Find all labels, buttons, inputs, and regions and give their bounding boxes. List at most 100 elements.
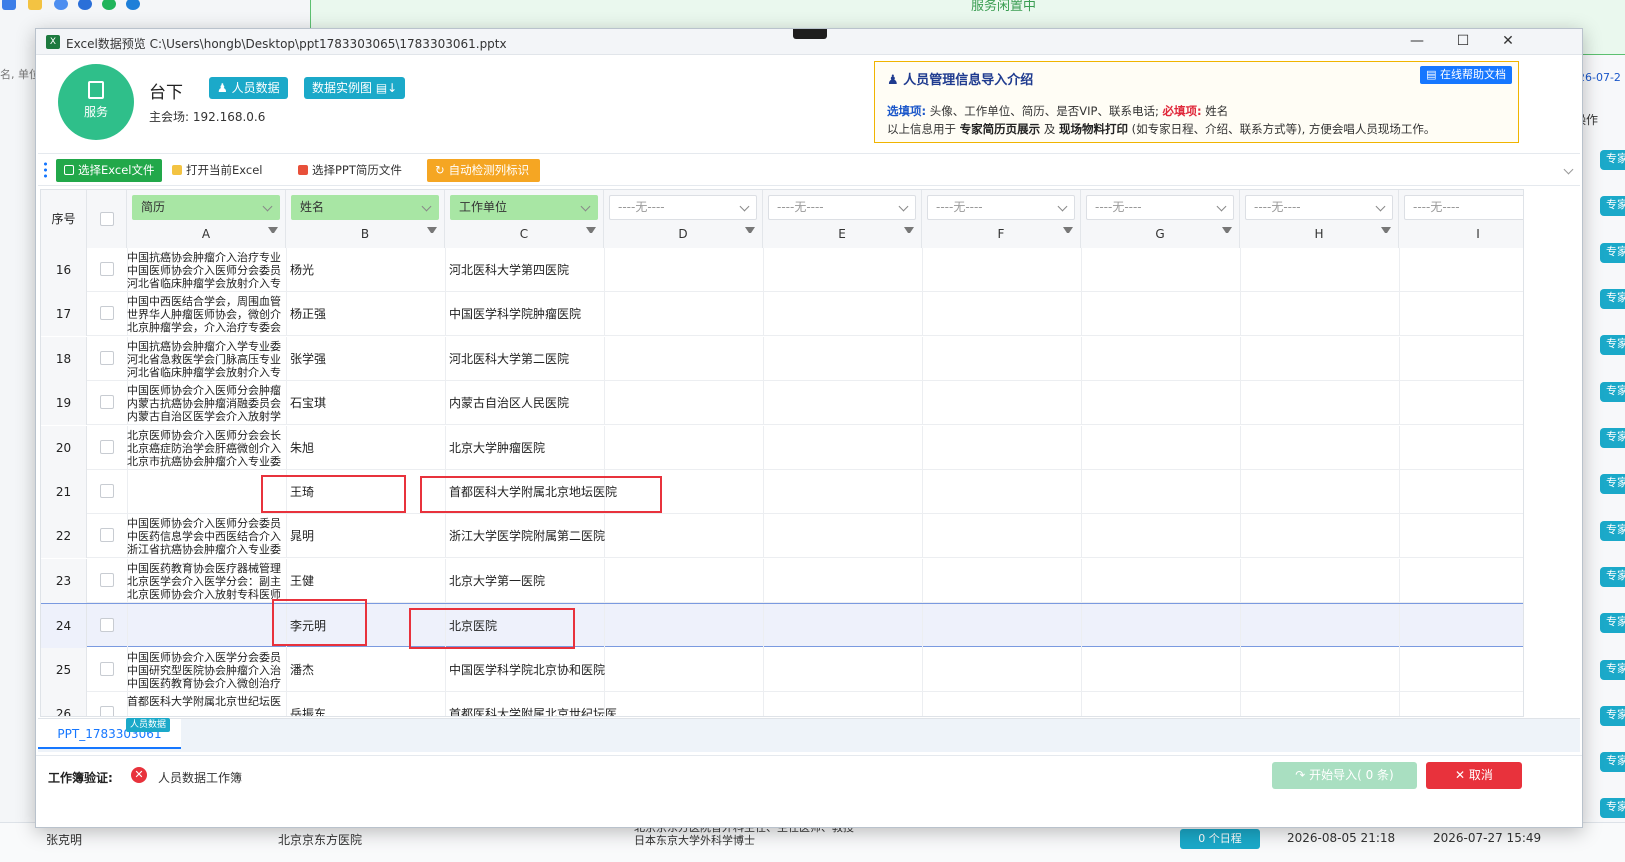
cell-work-unit[interactable]: 中国医学科学院北京协和医院 — [445, 648, 645, 692]
drag-dots-icon[interactable] — [44, 161, 47, 179]
schedule-badge[interactable]: 0 个日程 — [1180, 829, 1260, 849]
table-row[interactable]: 16 中国抗癌协会肿瘤介入治疗专业 中国医师协会介入医师分会委员 河北省临床肿瘤学会放… — [41, 248, 1523, 292]
cell-name[interactable]: 王健 — [286, 559, 445, 603]
side-expert-button[interactable]: 专家 — [1600, 428, 1625, 448]
column-field-select[interactable]: ----无---- — [1404, 195, 1523, 220]
cell-name[interactable]: 张学强 — [286, 337, 445, 381]
row-checkbox[interactable] — [100, 618, 114, 633]
table-row[interactable]: 26 首都医科大学附属北京世纪坛医 岳振东 首都医科大学附属北京世纪坛医 — [41, 692, 1523, 716]
cell-work-unit[interactable]: 浙江大学医学院附属第二医院 — [445, 514, 645, 558]
column-field-select[interactable]: 工作单位 — [450, 195, 598, 220]
column-field-select[interactable]: 姓名 — [291, 195, 439, 220]
filter-icon[interactable] — [745, 227, 755, 237]
cell-work-unit[interactable]: 河北医科大学第四医院 — [445, 248, 645, 292]
side-expert-button[interactable]: 专家 — [1600, 613, 1625, 633]
chevron-down-icon[interactable] — [1563, 164, 1574, 175]
column-field-select[interactable]: ----无---- — [927, 195, 1075, 220]
row-checkbox[interactable] — [100, 528, 114, 543]
cell-name[interactable]: 潘杰 — [286, 648, 445, 692]
cell-name[interactable]: 朱旭 — [286, 426, 445, 470]
filter-icon[interactable] — [1063, 227, 1073, 237]
cell-resume[interactable]: 中国医师协会介入医师分会肿瘤 内蒙古抗癌协会肿瘤消融委员会 内蒙古自治区医学会介入放… — [127, 381, 286, 425]
cell-resume[interactable]: 中国抗癌协会肿瘤介入学专业委 河北省急救医学会门脉高压专业 河北省临床肿瘤学会放射介… — [127, 337, 286, 381]
cell-resume[interactable]: 中国医师协会介入医学分会委员 中国研究型医院协会肿瘤介入治 中国医药教育协会介入微创… — [127, 648, 286, 692]
side-expert-button[interactable]: 专家 — [1600, 706, 1625, 726]
row-seq: 24 — [41, 604, 87, 649]
start-import-button[interactable]: ↷ 开始导入( 0 条) — [1272, 762, 1417, 789]
cell-resume[interactable]: 中国医师协会介入医师分会委员 中医药信息学会中西医结合介入 浙江省抗癌协会肿瘤介入专… — [127, 514, 286, 558]
side-expert-button[interactable]: 专家 — [1600, 474, 1625, 494]
select-all-checkbox[interactable] — [100, 212, 114, 226]
column-field-select[interactable]: ----无---- — [609, 195, 757, 220]
example-image-button[interactable]: 数据实例图 ▤↓ — [304, 77, 406, 99]
side-expert-button[interactable]: 专家 — [1600, 521, 1625, 541]
column-field-select[interactable]: 简历 — [132, 195, 280, 220]
table-row[interactable]: 22 中国医师协会介入医师分会委员 中医药信息学会中西医结合介入 浙江省抗癌协会肿瘤介… — [41, 514, 1523, 559]
side-expert-button[interactable]: 专家 — [1600, 752, 1625, 772]
choose-ppt-button[interactable]: 选择PPT简历文件 — [290, 159, 410, 182]
filter-icon[interactable] — [1222, 227, 1232, 237]
cell-work-unit[interactable]: 首都医科大学附属北京世纪坛医 — [445, 692, 645, 716]
drag-handle[interactable] — [793, 29, 827, 39]
table-row[interactable]: 20 北京医师协会介入医师分会会长 北京癌症防治学会肝癌微创介入 北京市抗癌协会肿瘤介… — [41, 425, 1523, 470]
cell-work-unit[interactable]: 北京大学第一医院 — [445, 559, 645, 603]
cell-work-unit[interactable]: 内蒙古自治区人民医院 — [445, 381, 645, 425]
cell-work-unit[interactable]: 中国医学科学院肿瘤医院 — [445, 292, 645, 336]
column-field-select[interactable]: ----无---- — [768, 195, 916, 220]
cell-work-unit[interactable]: 北京大学肿瘤医院 — [445, 426, 645, 470]
title-bar[interactable]: X Excel数据预览 C:\Users\hongb\Desktop\ppt17… — [36, 29, 1582, 55]
table-row[interactable]: 19 中国医师协会介入医师分会肿瘤 内蒙古抗癌协会肿瘤消融委员会 内蒙古自治区医学会介… — [41, 381, 1523, 426]
cell-resume[interactable]: 中国医药教育协会医疗器械管理 北京医学会介入医学分会：副主 北京医师协会介入放射专科… — [127, 559, 286, 603]
cancel-button[interactable]: ✕ 取消 — [1426, 762, 1522, 789]
column-field-select[interactable]: ----无---- — [1086, 195, 1234, 220]
filter-icon[interactable] — [1381, 227, 1391, 237]
people-data-button[interactable]: ♟ 人员数据 — [209, 77, 288, 99]
filter-icon[interactable] — [427, 227, 437, 237]
row-checkbox[interactable] — [100, 439, 114, 454]
filter-icon[interactable] — [586, 227, 596, 237]
cell-resume[interactable]: 北京医师协会介入医师分会会长 北京癌症防治学会肝癌微创介入 北京市抗癌协会肿瘤介入专… — [127, 426, 286, 470]
auto-detect-button[interactable]: ↻ 自动检测列标识 — [427, 159, 540, 182]
side-expert-button[interactable]: 专家 — [1600, 382, 1625, 402]
column-field-select[interactable]: ----无---- — [1245, 195, 1393, 220]
help-doc-button[interactable]: ▤ 在线帮助文档 — [1420, 66, 1512, 84]
cell-name[interactable]: 杨正强 — [286, 292, 445, 336]
row-checkbox[interactable] — [100, 306, 114, 321]
cell-resume[interactable] — [127, 604, 286, 648]
filter-icon[interactable] — [268, 227, 278, 237]
cell-resume[interactable]: 中国抗癌协会肿瘤介入治疗专业 中国医师协会介入医师分会委员 河北省临床肿瘤学会放射介… — [127, 248, 286, 292]
choose-excel-button[interactable]: 选择Excel文件 — [56, 159, 163, 182]
row-checkbox[interactable] — [100, 262, 114, 276]
side-expert-button[interactable]: 专家 — [1600, 660, 1625, 680]
row-checkbox[interactable] — [100, 350, 114, 365]
row-checkbox[interactable] — [100, 706, 114, 716]
side-expert-button[interactable]: 专家 — [1600, 243, 1625, 263]
cell-resume[interactable]: 中国中西医结合学会，周围血管 世界华人肿瘤医师协会，微创介 北京肿瘤学会，介入治疗专… — [127, 292, 286, 336]
row-checkbox[interactable] — [100, 484, 114, 498]
side-expert-button[interactable]: 专家 — [1600, 567, 1625, 587]
minimize-button[interactable]: — — [1395, 29, 1439, 55]
table-row[interactable]: 25 中国医师协会介入医学分会委员 中国研究型医院协会肿瘤介入治 中国医药教育协会介入… — [41, 647, 1523, 692]
table-row[interactable]: 23 中国医药教育协会医疗器械管理 北京医学会介入医学分会：副主 北京医师协会介入放射… — [41, 558, 1523, 603]
side-expert-button[interactable]: 专家 — [1600, 798, 1625, 818]
side-expert-button[interactable]: 专家 — [1600, 150, 1625, 170]
table-row[interactable]: 17 中国中西医结合学会，周围血管 世界华人肿瘤医师协会，微创介 北京肿瘤学会，介入治… — [41, 292, 1523, 337]
cell-name[interactable]: 岳振东 — [286, 692, 445, 716]
close-button[interactable]: ✕ — [1486, 29, 1530, 55]
row-checkbox[interactable] — [100, 661, 114, 676]
side-expert-button[interactable]: 专家 — [1600, 196, 1625, 216]
maximize-button[interactable]: ☐ — [1441, 29, 1485, 55]
filter-icon[interactable] — [904, 227, 914, 237]
open-excel-button[interactable]: 打开当前Excel — [164, 159, 270, 182]
cell-name[interactable]: 石宝琪 — [286, 381, 445, 425]
side-expert-button[interactable]: 专家 — [1600, 335, 1625, 355]
cell-work-unit[interactable]: 河北医科大学第二医院 — [445, 337, 645, 381]
cell-resume[interactable]: 首都医科大学附属北京世纪坛医 — [127, 692, 286, 716]
table-row[interactable]: 24 李元明 北京医院 — [41, 603, 1523, 649]
row-checkbox[interactable] — [100, 395, 114, 410]
cell-name[interactable]: 晁明 — [286, 514, 445, 558]
table-row[interactable]: 18 中国抗癌协会肿瘤介入学专业委 河北省急救医学会门脉高压专业 河北省临床肿瘤学会放… — [41, 336, 1523, 381]
side-expert-button[interactable]: 专家 — [1600, 289, 1625, 309]
cell-name[interactable]: 杨光 — [286, 248, 445, 292]
row-checkbox[interactable] — [100, 572, 114, 587]
